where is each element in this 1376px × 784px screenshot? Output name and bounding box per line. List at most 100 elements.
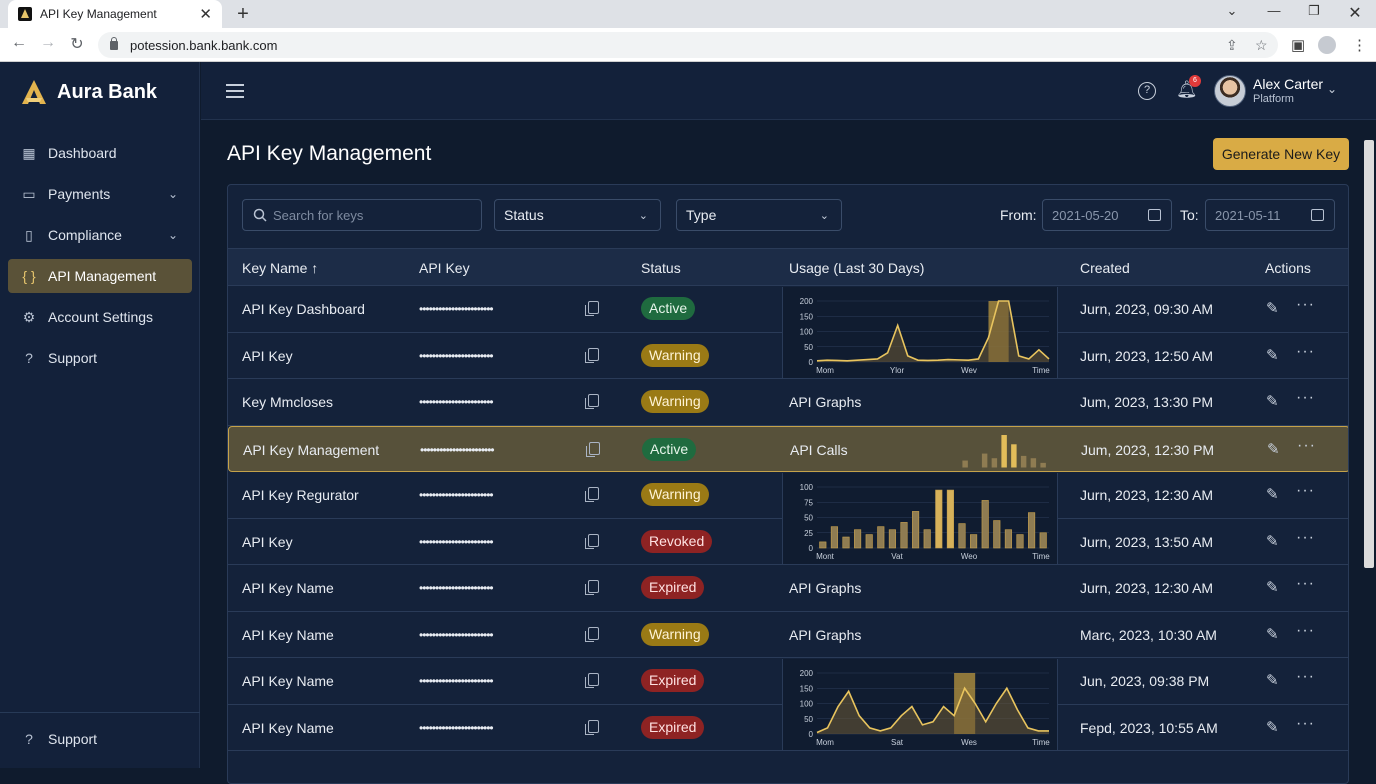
close-window-button[interactable]: ✕: [1343, 3, 1367, 23]
profile-icon[interactable]: [1318, 36, 1336, 54]
copy-icon[interactable]: [585, 580, 599, 595]
created-date: Jum, 2023, 13:30 PM: [1080, 394, 1214, 410]
user-avatar[interactable]: [1214, 75, 1246, 107]
new-tab-button[interactable]: +: [232, 3, 254, 26]
usage-bar: [1028, 512, 1036, 549]
minimize-button[interactable]: —: [1262, 3, 1286, 18]
usage-bar: [830, 526, 838, 549]
edit-pencil-icon[interactable]: ✎: [1266, 392, 1282, 410]
created-date: Jurn, 2023, 12:30 AM: [1080, 487, 1214, 503]
copy-icon[interactable]: [585, 533, 599, 549]
status-badge: Active: [641, 297, 696, 320]
key-name-cell: API Key Name: [242, 626, 334, 643]
help-icon[interactable]: ?: [1138, 82, 1156, 100]
more-options-icon[interactable]: ···: [1296, 482, 1315, 500]
key-name-cell: API Key: [242, 347, 293, 364]
edit-pencil-icon[interactable]: ✎: [1266, 532, 1282, 550]
edit-pencil-icon[interactable]: ✎: [1266, 346, 1282, 364]
from-date-field[interactable]: 2021-05-20: [1042, 199, 1172, 231]
edit-pencil-icon[interactable]: ✎: [1267, 440, 1283, 458]
status-filter-select[interactable]: Status ⌄: [494, 199, 661, 231]
sidebar-item-compliance[interactable]: ▯ Compliance ⌄: [8, 218, 192, 252]
more-options-icon[interactable]: ···: [1296, 343, 1315, 361]
hamburger-menu-icon[interactable]: [226, 84, 244, 98]
sidebar-item-payments[interactable]: ▭ Payments ⌄: [8, 177, 192, 211]
share-icon[interactable]: ⇪: [1226, 37, 1238, 54]
sidebar-item-api-management[interactable]: { } API Management: [8, 259, 192, 293]
forward-icon[interactable]: →: [37, 34, 59, 52]
url-field[interactable]: potession.bank.bank.com ⇪ ☆: [98, 32, 1278, 58]
more-options-icon[interactable]: ···: [1296, 668, 1315, 686]
generate-new-key-button[interactable]: Generate New Key: [1213, 138, 1349, 170]
chevron-down-icon: ⌄: [819, 209, 829, 222]
page-title: API Key Management: [227, 142, 432, 165]
y-tick-label: 150: [800, 684, 814, 693]
edit-pencil-icon[interactable]: ✎: [1266, 671, 1282, 689]
more-options-icon[interactable]: ···: [1296, 389, 1315, 407]
more-options-icon[interactable]: ···: [1296, 575, 1315, 593]
copy-icon[interactable]: [585, 719, 599, 735]
scrollbar-thumb[interactable]: [1364, 140, 1374, 568]
key-name-cell: API Key Name: [242, 719, 334, 736]
table-row[interactable]: Key Mmcloses ••••••••••••••••••••••• Warni…: [228, 379, 1348, 426]
more-options-icon[interactable]: ···: [1296, 529, 1315, 547]
edit-pencil-icon[interactable]: ✎: [1266, 578, 1282, 596]
masked-api-key: •••••••••••••••••••••••: [419, 395, 494, 409]
to-date-field[interactable]: 2021-05-11: [1205, 199, 1335, 231]
sidebar-item-support[interactable]: ? Support: [8, 341, 192, 375]
table-row[interactable]: API Key Name ••••••••••••••••••••••• Warni…: [228, 612, 1348, 658]
y-tick-label: 0: [809, 358, 814, 367]
edit-pencil-icon[interactable]: ✎: [1266, 718, 1282, 736]
table-header: Key Name ↑ API Key Status Usage (Last 30…: [228, 248, 1348, 286]
side-panel-icon[interactable]: ▣: [1291, 36, 1305, 54]
more-options-icon[interactable]: ···: [1296, 622, 1315, 640]
copy-icon[interactable]: [585, 673, 599, 688]
usage-bar: [865, 534, 873, 549]
grid-icon: ▦: [22, 144, 36, 161]
copy-icon[interactable]: [586, 441, 600, 457]
to-date-value: 2021-05-11: [1215, 207, 1281, 223]
table-row[interactable]: API Key Name ••••••••••••••••••••••• Expir…: [228, 565, 1348, 612]
edit-pencil-icon[interactable]: ✎: [1266, 625, 1282, 643]
sidebar-item-dashboard[interactable]: ▦ Dashboard: [8, 136, 192, 170]
from-label: From:: [1000, 207, 1037, 223]
chevron-down-icon[interactable]: ⌄: [168, 228, 178, 242]
column-header-key-name[interactable]: Key Name ↑: [242, 260, 318, 276]
from-date-value: 2021-05-20: [1052, 207, 1119, 223]
reload-icon[interactable]: ↻: [66, 34, 88, 54]
user-menu-chevron-icon[interactable]: ⌄: [1327, 82, 1337, 96]
copy-icon[interactable]: [585, 487, 599, 502]
sidebar-item-account-settings[interactable]: ⚙ Account Settings: [8, 300, 192, 334]
chevron-down-icon[interactable]: ⌄: [168, 187, 178, 201]
usage-bar: [1016, 534, 1024, 549]
search-input[interactable]: [273, 207, 473, 223]
restore-button[interactable]: ❐: [1302, 3, 1326, 19]
x-tick-label: Time: [1032, 552, 1050, 561]
bookmark-star-icon[interactable]: ☆: [1255, 37, 1268, 54]
browser-menu-icon[interactable]: ⋮: [1352, 36, 1367, 54]
brand[interactable]: Aura Bank: [20, 78, 157, 106]
edit-pencil-icon[interactable]: ✎: [1266, 485, 1282, 503]
usage-bar: [981, 500, 989, 549]
back-icon[interactable]: ←: [8, 34, 30, 52]
more-options-icon[interactable]: ···: [1296, 296, 1315, 314]
copy-icon[interactable]: [585, 626, 599, 642]
created-date: Jurn, 2023, 13:50 AM: [1080, 533, 1214, 550]
more-options-icon[interactable]: ···: [1297, 437, 1316, 455]
tab-search-chevron-icon[interactable]: ⌄: [1220, 3, 1244, 19]
more-options-icon[interactable]: ···: [1296, 715, 1315, 733]
type-filter-select[interactable]: Type ⌄: [676, 199, 842, 231]
y-tick-label: 0: [809, 544, 814, 553]
copy-icon[interactable]: [585, 347, 599, 363]
tab-close-icon[interactable]: ✕: [199, 5, 212, 23]
edit-pencil-icon[interactable]: ✎: [1266, 299, 1282, 317]
sidebar-item-support-bottom[interactable]: ? Support: [8, 722, 192, 756]
usage-chart: 200 150 100 50 0 Mom Ylor Wev Time: [782, 287, 1058, 378]
masked-api-key: •••••••••••••••••••••••: [419, 581, 494, 595]
copy-icon[interactable]: [585, 394, 599, 409]
user-name[interactable]: Alex Carter: [1253, 76, 1323, 92]
copy-icon[interactable]: [585, 301, 599, 316]
search-box[interactable]: [242, 199, 482, 231]
y-tick-label: 200: [800, 669, 814, 678]
browser-tab[interactable]: API Key Management ✕: [8, 0, 222, 28]
